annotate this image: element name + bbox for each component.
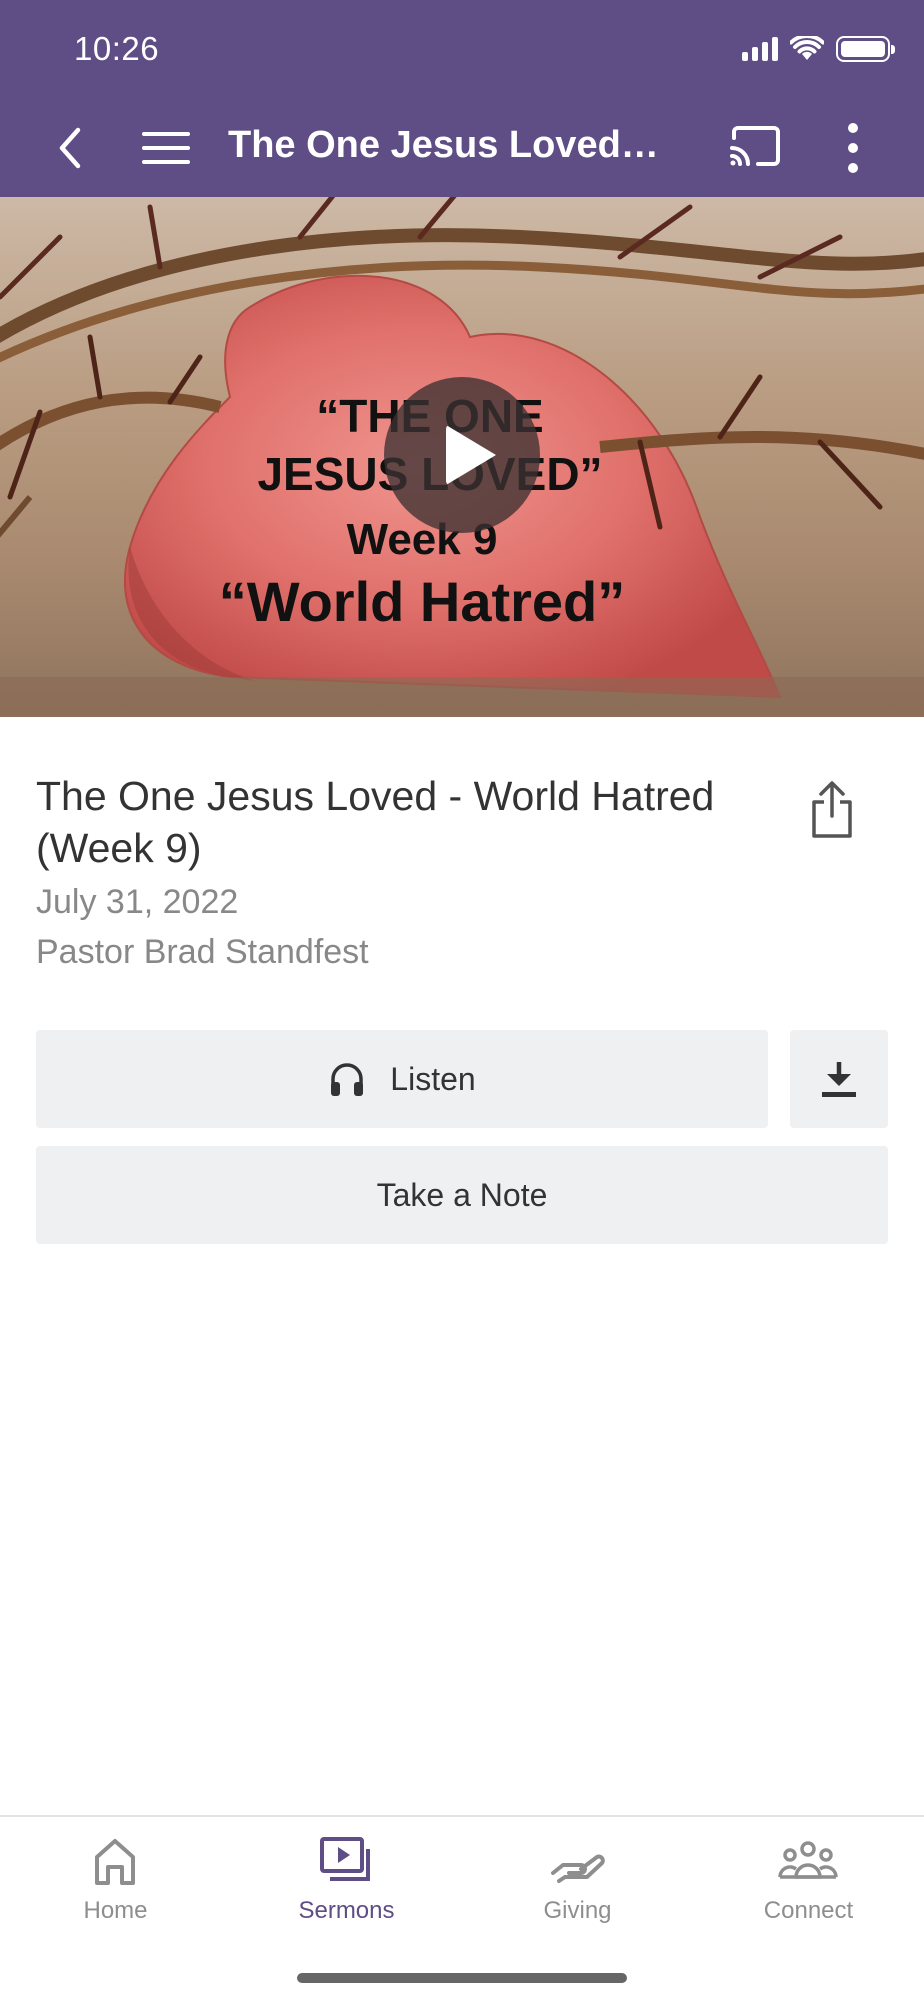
take-a-note-button[interactable]: Take a Note — [36, 1146, 888, 1244]
listen-label: Listen — [390, 1060, 476, 1097]
sermon-date: July 31, 2022 — [36, 883, 239, 921]
download-icon — [822, 1062, 856, 1097]
play-button[interactable] — [384, 377, 540, 533]
download-button[interactable] — [790, 1030, 888, 1128]
wifi-icon — [790, 36, 824, 60]
sermon-title: The One Jesus Loved - World Hatred (Week… — [36, 773, 715, 871]
tab-connect[interactable]: Connect — [693, 1817, 924, 1947]
sermon-video-thumbnail[interactable]: “THE ONE JESUS LOVED” Week 9 “World Hatr… — [0, 197, 924, 717]
more-options-icon[interactable] — [838, 120, 868, 176]
sermons-icon — [320, 1837, 370, 1881]
tab-home[interactable]: Home — [0, 1817, 231, 1947]
page-title: The One Jesus Loved - World Hatred (Week… — [228, 124, 668, 166]
battery-icon — [836, 36, 895, 62]
tab-sermons[interactable]: Sermons — [231, 1817, 462, 1947]
top-bar: 10:26 The One Jesus Loved - World Hatred… — [0, 0, 924, 197]
menu-icon[interactable] — [140, 130, 192, 166]
cast-icon[interactable] — [728, 124, 782, 168]
status-time: 10:26 — [74, 30, 160, 67]
navigation-bar: The One Jesus Loved - World Hatred (Week… — [0, 110, 924, 186]
home-icon — [95, 1839, 135, 1885]
tab-label: Connect — [763, 1897, 854, 1924]
status-icons — [742, 36, 895, 62]
tab-label: Giving — [543, 1897, 612, 1924]
listen-button[interactable]: Listen — [36, 1030, 768, 1128]
sermon-speaker: Pastor Brad Standfest — [36, 933, 369, 971]
tab-label: Sermons — [298, 1897, 395, 1924]
giving-icon — [551, 1854, 605, 1883]
headphones-icon — [331, 1063, 364, 1096]
share-icon[interactable] — [808, 780, 856, 840]
home-indicator[interactable] — [297, 1973, 627, 1983]
tab-giving[interactable]: Giving — [462, 1817, 693, 1947]
artwork-line-4: “World Hatred” — [218, 570, 626, 633]
back-icon[interactable] — [50, 118, 90, 178]
tab-label: Home — [83, 1897, 148, 1924]
connect-icon — [778, 1841, 838, 1879]
signal-icon — [742, 37, 778, 61]
